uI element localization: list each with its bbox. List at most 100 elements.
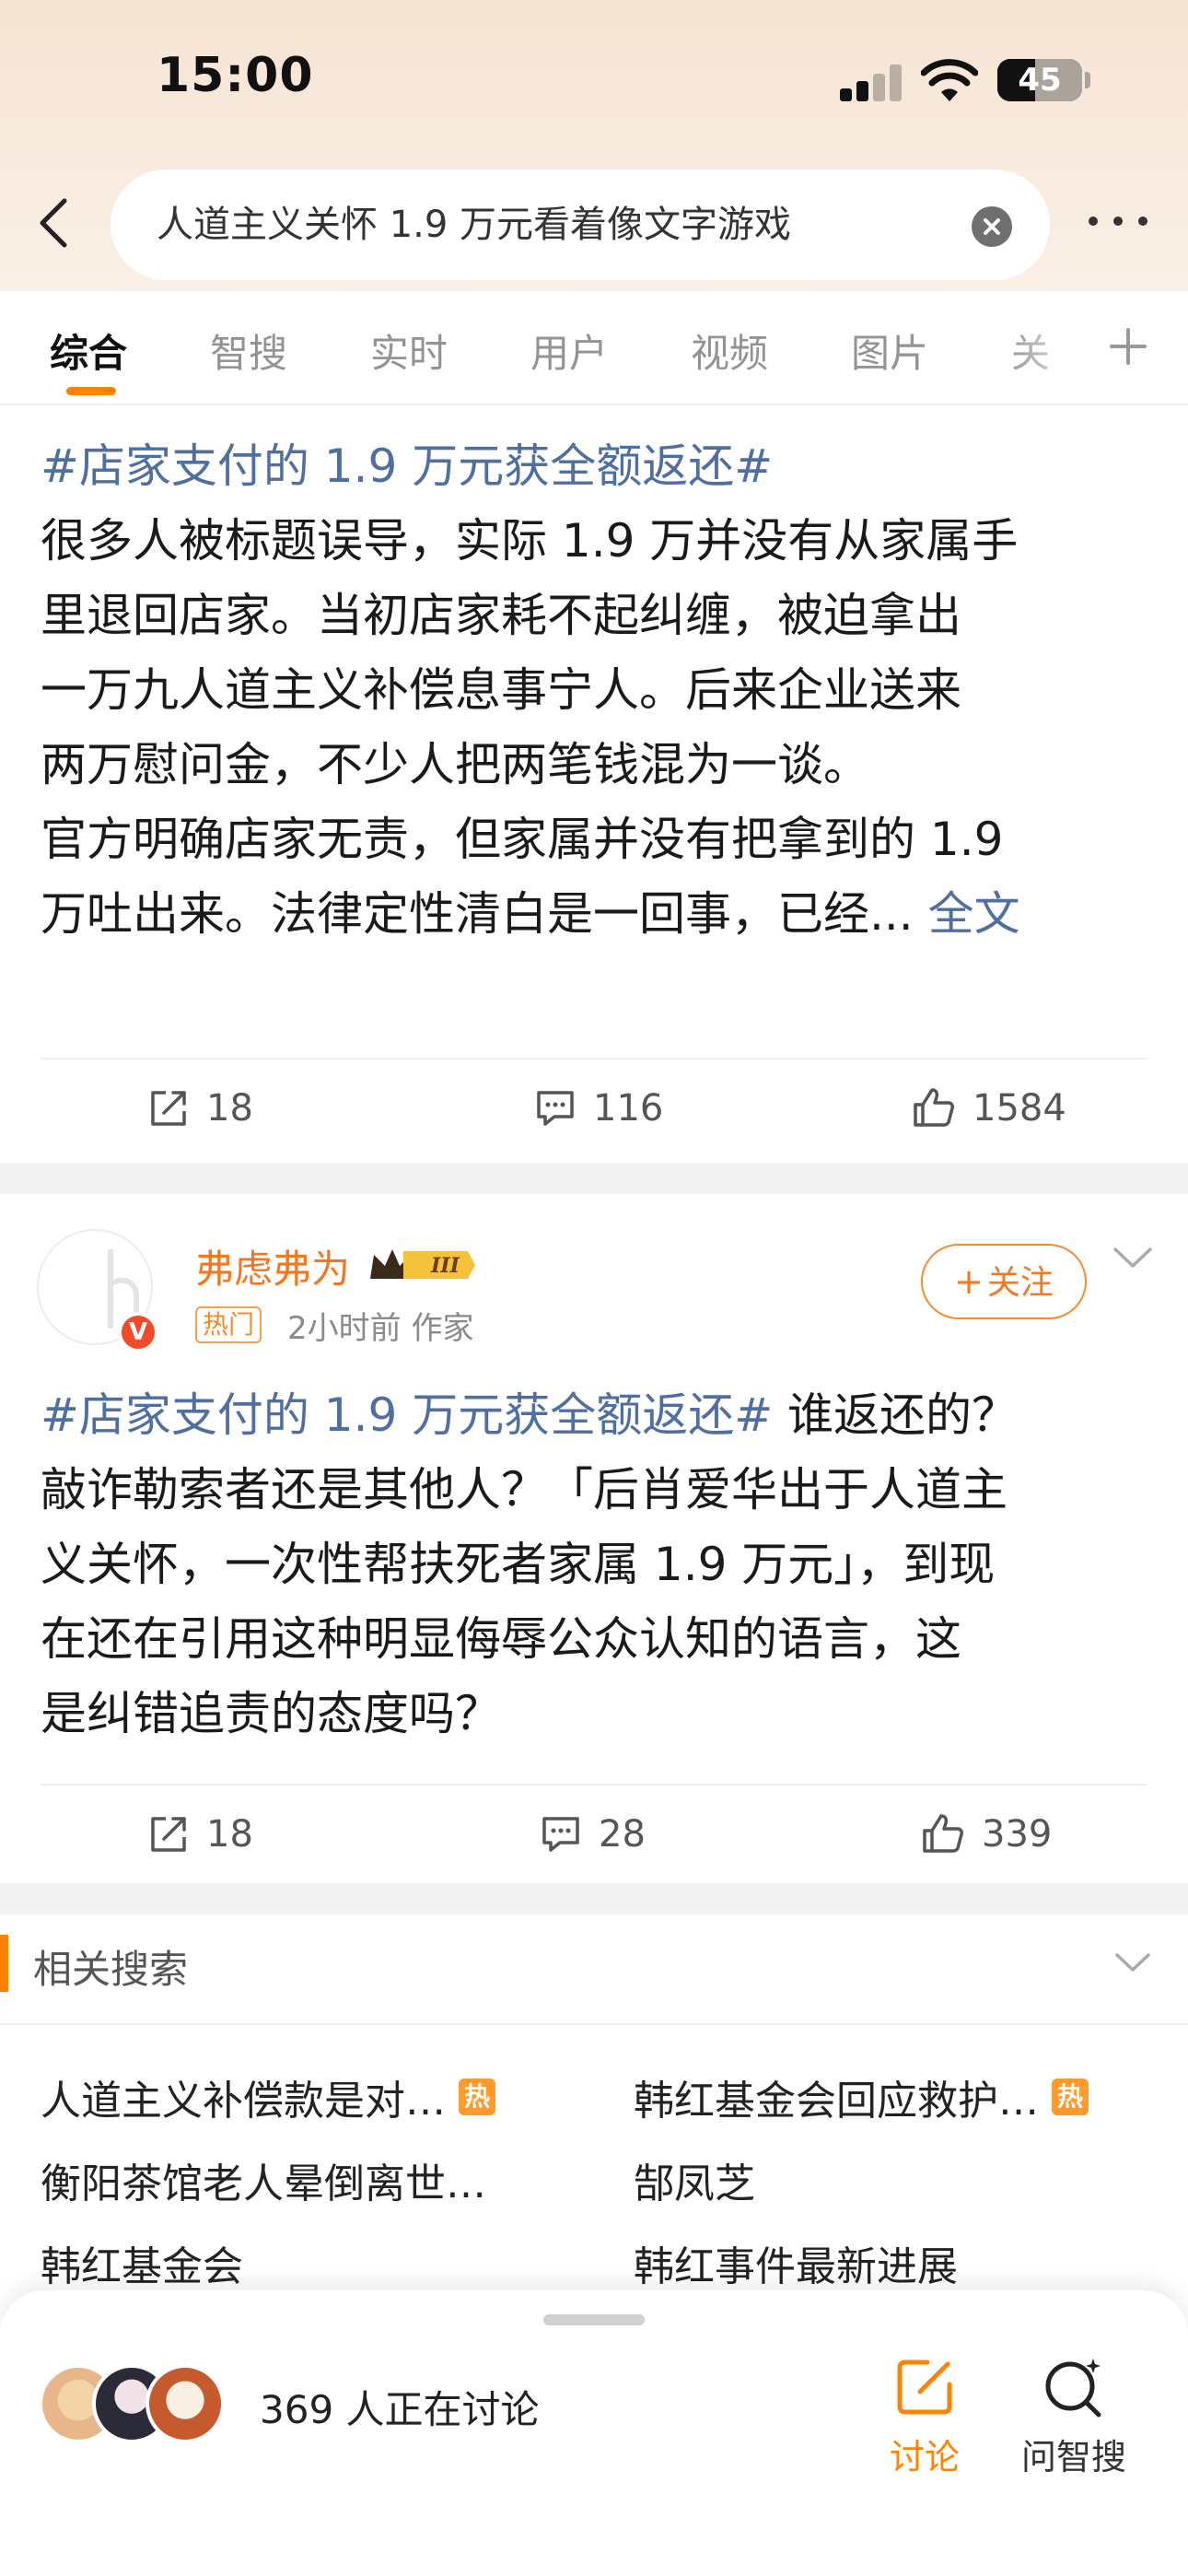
membership-crown-icon: III bbox=[370, 1249, 475, 1279]
chevron-down-icon[interactable] bbox=[1112, 1244, 1154, 1271]
post1-body[interactable]: #店家支付的 1.9 万元获全额返还# 很多人被标题误导，实际 1.9 万并没有… bbox=[41, 429, 1155, 952]
tab-images[interactable]: 图片 bbox=[851, 322, 928, 379]
related-search-item[interactable]: 韩红事件最新进展 bbox=[634, 2233, 958, 2292]
discussion-sheet: 369 人正在讨论 讨论 问智搜 bbox=[0, 2290, 1188, 2576]
plus-icon: + bbox=[954, 1261, 984, 1302]
hot-badge: 热 bbox=[459, 2078, 495, 2115]
repost-button[interactable]: 18 bbox=[147, 1058, 253, 1159]
more-options-icon[interactable] bbox=[1087, 203, 1151, 240]
comment-icon bbox=[537, 1091, 574, 1126]
post1-line: 很多人被标题误导，实际 1.9 万并没有从家属手 bbox=[41, 514, 1019, 568]
search-bar-row: 人道主义关怀 1.9 万元看着像文字游戏 bbox=[0, 166, 1188, 286]
tab-videos[interactable]: 视频 bbox=[691, 322, 768, 379]
back-arrow-icon[interactable] bbox=[26, 193, 85, 252]
crown-label: III bbox=[430, 1254, 460, 1278]
thumbs-up-icon bbox=[923, 1814, 963, 1853]
ask-label: 问智搜 bbox=[1020, 2437, 1126, 2477]
signal-icon bbox=[840, 64, 904, 101]
thumbs-up-icon bbox=[914, 1088, 954, 1127]
follow-button[interactable]: + 关注 bbox=[921, 1244, 1087, 1319]
post-separator bbox=[0, 1883, 1188, 1914]
related-search-header: 相关搜索 bbox=[0, 1914, 1188, 2025]
post1-line: 两万慰问金，不少人把两笔钱混为一谈。 bbox=[41, 738, 869, 791]
related-search-title: 相关搜索 bbox=[33, 1947, 189, 1992]
post-separator bbox=[0, 1163, 1188, 1194]
related-search-text: 韩红基金会回应救护… bbox=[634, 2078, 1039, 2125]
post2-line: 是纠错追责的态度吗？ bbox=[41, 1687, 501, 1740]
drag-handle[interactable] bbox=[543, 2314, 645, 2325]
related-search-text: 郜凤芝 bbox=[634, 2160, 755, 2207]
post2-hashtag[interactable]: #店家支付的 1.9 万元获全额返还# bbox=[41, 1388, 773, 1442]
section-accent bbox=[0, 1935, 8, 1992]
post2-action-bar: 18 28 339 bbox=[0, 1784, 1188, 1885]
tab-comprehensive[interactable]: 综合 bbox=[50, 322, 127, 379]
like-count: 339 bbox=[982, 1813, 1053, 1856]
tab-fade bbox=[1004, 291, 1096, 402]
full-text-link[interactable]: 全文 bbox=[928, 887, 1020, 941]
post1-line: 万吐出来。法律定性清白是一回事，已经... 全文 bbox=[41, 877, 1155, 952]
search-input[interactable]: 人道主义关怀 1.9 万元看着像文字游戏 bbox=[111, 170, 1050, 280]
post2-first-line: #店家支付的 1.9 万元获全额返还# 谁返还的？ bbox=[41, 1378, 1155, 1453]
post2-body[interactable]: #店家支付的 1.9 万元获全额返还# 谁返还的？ 敲诈勒索者还是其他人？「后肖… bbox=[41, 1378, 1155, 1751]
add-tab-icon[interactable] bbox=[1108, 326, 1148, 367]
participant-avatar bbox=[146, 2364, 225, 2443]
related-search-item[interactable]: 韩红基金会 bbox=[41, 2233, 243, 2292]
verified-badge-icon: V bbox=[118, 1312, 158, 1352]
tab-realtime[interactable]: 实时 bbox=[370, 322, 448, 379]
comment-button[interactable]: 116 bbox=[534, 1058, 663, 1159]
like-count: 1584 bbox=[973, 1087, 1066, 1130]
status-bar: 15:00 45 bbox=[0, 0, 1188, 161]
ask-smart-search-button[interactable]: 问智搜 bbox=[1000, 2348, 1147, 2477]
comment-count: 116 bbox=[593, 1087, 664, 1130]
discussing-count: 369 人正在讨论 bbox=[260, 2387, 540, 2432]
battery-icon: 45 bbox=[997, 59, 1082, 101]
edit-icon bbox=[897, 2359, 952, 2415]
username[interactable]: 弗虑弗为 bbox=[195, 1238, 350, 1294]
search-query-text: 人道主义关怀 1.9 万元看着像文字游戏 bbox=[157, 204, 792, 246]
repost-icon bbox=[151, 1817, 186, 1852]
chevron-down-icon[interactable] bbox=[1114, 1951, 1151, 1973]
related-search-item[interactable]: 韩红基金会回应救护… 热 bbox=[634, 2067, 1089, 2126]
wifi-icon bbox=[921, 59, 978, 101]
like-button[interactable]: 1584 bbox=[912, 1058, 1066, 1159]
post2-first-line-text: 谁返还的？ bbox=[773, 1388, 1018, 1442]
post1-action-bar: 18 116 1584 bbox=[0, 1058, 1188, 1159]
repost-count: 18 bbox=[206, 1813, 253, 1856]
related-search-item[interactable]: 衡阳茶馆老人晕倒离世… bbox=[41, 2150, 486, 2209]
post2-line: 敲诈勒索者还是其他人？「后肖爱华出于人道主 bbox=[41, 1463, 1007, 1516]
tab-smart-search[interactable]: 智搜 bbox=[210, 322, 287, 379]
post1-line-text: 万吐出来。法律定性清白是一回事，已经... bbox=[41, 887, 928, 941]
follow-label: 关注 bbox=[986, 1264, 1054, 1302]
battery-level-text: 45 bbox=[1018, 62, 1062, 99]
post1-hashtag[interactable]: #店家支付的 1.9 万元获全额返还# bbox=[41, 429, 1155, 504]
tab-users[interactable]: 用户 bbox=[530, 322, 608, 379]
related-search-text: 韩红事件最新进展 bbox=[634, 2243, 958, 2290]
clear-search-icon[interactable] bbox=[972, 206, 1012, 247]
status-time: 15:00 bbox=[157, 48, 314, 103]
comment-icon bbox=[542, 1817, 579, 1852]
like-button[interactable]: 339 bbox=[921, 1784, 1052, 1885]
active-tab-indicator bbox=[66, 387, 116, 395]
post-meta: 2小时前 作家 bbox=[287, 1310, 474, 1347]
smart-search-icon bbox=[1045, 2359, 1101, 2418]
related-search-text: 人道主义补偿款是对… bbox=[41, 2078, 446, 2125]
divider bbox=[0, 2023, 1188, 2025]
post1-line: 里退回店家。当初店家耗不起纠缠，被迫拿出 bbox=[41, 589, 961, 642]
post1-line: 官方明确店家无责，但家属并没有把拿到的 1.9 bbox=[41, 813, 1004, 866]
repost-count: 18 bbox=[206, 1087, 253, 1130]
top-area: 15:00 45 人道主义关怀 1.9 万元看着像文字游戏 bbox=[0, 0, 1188, 291]
related-search-item[interactable]: 人道主义补偿款是对… 热 bbox=[41, 2067, 495, 2126]
discuss-button[interactable]: 讨论 bbox=[851, 2348, 998, 2477]
discuss-label: 讨论 bbox=[889, 2437, 960, 2477]
participant-avatars[interactable] bbox=[39, 2364, 241, 2447]
post2-line: 在还在引用这种明显侮辱公众认知的语言，这 bbox=[41, 1612, 961, 1666]
comment-button[interactable]: 28 bbox=[540, 1784, 646, 1885]
comment-count: 28 bbox=[599, 1813, 646, 1856]
repost-icon bbox=[151, 1091, 186, 1126]
search-tabs: 综合 智搜 实时 用户 视频 图片 关 bbox=[0, 291, 1188, 405]
repost-button[interactable]: 18 bbox=[147, 1784, 253, 1885]
hot-badge: 热 bbox=[1052, 2078, 1089, 2115]
related-search-text: 衡阳茶馆老人晕倒离世… bbox=[41, 2160, 486, 2207]
related-search-item[interactable]: 郜凤芝 bbox=[634, 2150, 755, 2209]
battery-cap bbox=[1085, 72, 1090, 88]
